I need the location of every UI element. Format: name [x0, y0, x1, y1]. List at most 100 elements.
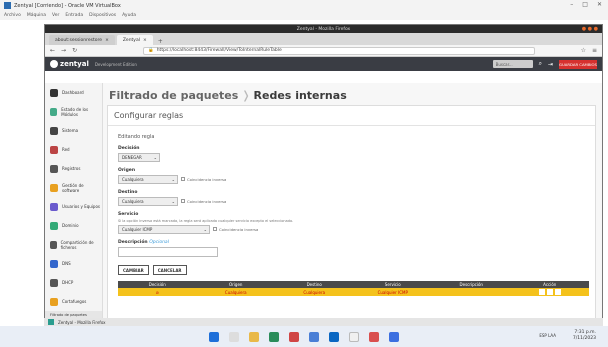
app-icon[interactable] — [289, 331, 299, 342]
close-button[interactable]: ✕ — [597, 1, 602, 8]
sidebar-item-label: Dominio — [62, 223, 79, 228]
clone-icon[interactable] — [554, 289, 561, 295]
service-select[interactable]: Cualquier ICMP ⌄ — [118, 225, 210, 234]
sidebar-item-label: Gestión de software — [62, 182, 84, 193]
app-icon[interactable] — [48, 319, 54, 325]
sidebar-item-label: Dashboard — [62, 90, 84, 95]
back-icon[interactable]: ← — [50, 47, 55, 54]
gear-icon — [50, 126, 58, 135]
host-menu-item[interactable]: Máquina — [27, 13, 46, 18]
chevron-down-icon: ⌄ — [153, 155, 157, 160]
tab-zentyal[interactable]: Zentyal × — [116, 35, 153, 45]
bookmark-icon[interactable]: ☆ — [581, 47, 586, 54]
rules-table: Decisión Origen Destino Servicio Descripción… — [118, 281, 589, 296]
delete-icon[interactable] — [538, 289, 545, 295]
host-menu-item[interactable]: Ver — [52, 13, 59, 18]
description-input[interactable] — [118, 247, 218, 257]
search-input[interactable]: Buscar... — [492, 60, 533, 68]
url-bar[interactable]: 🔒 https://localhost:8443/Firewall/View/T… — [143, 46, 535, 55]
close-icon[interactable]: × — [105, 38, 109, 43]
app-icon[interactable] — [369, 331, 379, 342]
chevron-down-icon: ⌄ — [203, 227, 207, 232]
service-inverse-checkbox[interactable]: Coincidencia inversa — [213, 227, 258, 232]
service-hint: Si la opción inversa está marcada, la re… — [118, 219, 294, 223]
sidebar-item[interactable]: DHCP — [45, 273, 102, 292]
language-indicator[interactable]: ESP LAA — [539, 333, 556, 338]
date: 7/11/2023 — [572, 336, 596, 341]
minimize-button[interactable]: – — [570, 1, 573, 8]
rule-form: Editando regla Decisión DENEGAR ⌄ Origen … — [108, 126, 595, 281]
cell-origin: Cualquiera — [224, 289, 247, 295]
host-menu-item[interactable]: Dispositivos — [89, 13, 116, 18]
firefox-title-bar: Zentyal - Mozilla Firefox ● ● ● — [45, 25, 602, 33]
origin-select[interactable]: Cualquiera ⌄ — [118, 175, 178, 184]
chevron-down-icon: ⌄ — [171, 177, 175, 182]
firefox-title: Zentyal - Mozilla Firefox — [296, 26, 351, 32]
tab-session[interactable]: about:sessionrestore × — [49, 35, 115, 45]
maximize-button[interactable]: □ — [582, 1, 588, 8]
breadcrumb-link[interactable]: Filtrado de paquetes — [109, 89, 238, 102]
new-tab-button[interactable]: + — [158, 38, 163, 45]
sidebar: Dashboard Estado de los Módulos Sistema Red… — [45, 83, 103, 319]
save-changes-button[interactable]: GUARDAR CAMBIOS — [559, 59, 597, 69]
sidebar-item-label: Compartición de ficheros — [60, 239, 94, 250]
card-title: Configurar reglas — [108, 106, 595, 126]
dhcp-icon — [50, 278, 58, 287]
app-icon[interactable] — [389, 331, 399, 342]
decision-label: Decisión — [118, 146, 140, 151]
software-icon — [50, 183, 58, 192]
app-icon[interactable] — [329, 331, 339, 342]
close-icon[interactable]: × — [143, 38, 147, 43]
forward-icon[interactable]: → — [61, 47, 66, 54]
sidebar-item[interactable]: Sistema — [45, 121, 102, 140]
virtualbox-icon[interactable] — [309, 331, 319, 342]
start-icon[interactable] — [209, 331, 219, 342]
sidebar-item[interactable]: Usuarios y Equipos — [45, 197, 102, 216]
host-title: Zentyal [Corriendo] - Oracle VM VirtualB… — [14, 2, 121, 9]
sidebar-item-label: Usuarios y Equipos — [62, 204, 100, 209]
cell-destination: Cualquiera — [303, 289, 326, 295]
page-title: Filtrado de paquetes ❭ Redes internas — [109, 89, 347, 102]
decision-select[interactable]: DENEGAR ⌄ — [118, 153, 160, 162]
change-button[interactable]: CAMBIAR — [118, 265, 149, 275]
tab-label: about:sessionrestore — [55, 37, 103, 43]
host-title-bar: Zentyal [Corriendo] - Oracle VM VirtualB… — [0, 0, 608, 11]
sidebar-item[interactable]: Estado de los Módulos — [45, 102, 102, 121]
sidebar-item[interactable]: Dashboard — [45, 83, 102, 102]
vm-task-label[interactable]: Zentyal - Mozilla Firefox — [58, 320, 106, 325]
main-content: Filtrado de paquetes ❭ Redes internas Conf… — [103, 83, 602, 319]
sidebar-item[interactable]: Cortafuegos — [45, 292, 102, 311]
close-icon[interactable]: ● ● ● — [582, 26, 598, 32]
modules-icon — [50, 107, 58, 116]
sidebar-item[interactable]: Registros — [45, 159, 102, 178]
sidebar-item[interactable]: Dominio — [45, 216, 102, 235]
clock[interactable]: 7:31 p.m. 7/11/2023 — [573, 330, 596, 342]
app-icon[interactable] — [349, 331, 359, 342]
search-icon[interactable]: ⌕ — [539, 60, 542, 68]
host-menu-item[interactable]: Ayuda — [122, 13, 136, 18]
folder-icon[interactable] — [249, 331, 259, 342]
origin-inverse-checkbox[interactable]: Coincidencia inversa — [181, 177, 226, 182]
chrome-icon[interactable] — [269, 331, 279, 342]
host-menu-item[interactable]: Entrada — [65, 13, 83, 18]
search-icon[interactable] — [229, 331, 239, 342]
page-heading: Redes internas — [253, 89, 347, 102]
logout-icon[interactable]: ⇥ — [548, 61, 553, 68]
host-menu-item[interactable]: Archivo — [4, 13, 21, 18]
cell-description — [432, 288, 511, 296]
zentyal-header: zentyal Development Edition Buscar... ⌕ … — [45, 57, 602, 71]
sidebar-item[interactable]: Gestión de software — [45, 178, 102, 197]
sidebar-item[interactable]: DNS — [45, 254, 102, 273]
vm-taskbar: Zentyal - Mozilla Firefox — [44, 318, 603, 326]
reload-icon[interactable]: ↻ — [72, 47, 77, 54]
edit-icon[interactable] — [546, 289, 553, 295]
cancel-button[interactable]: CANCELAR — [152, 265, 187, 275]
sidebar-item[interactable]: Red — [45, 140, 102, 159]
sidebar-item[interactable]: Compartición de ficheros — [45, 235, 102, 254]
edition-label: Development Edition — [94, 61, 137, 67]
menu-icon[interactable]: ≡ — [592, 47, 597, 54]
table-header: Decisión Origen Destino Servicio Descripción… — [118, 281, 589, 288]
destination-select[interactable]: Cualquiera ⌄ — [118, 197, 178, 206]
destination-inverse-checkbox[interactable]: Coincidencia inversa — [181, 199, 226, 204]
table-row[interactable]: ⊘ Cualquiera Cualquiera Cualquier ICMP — [118, 288, 589, 296]
